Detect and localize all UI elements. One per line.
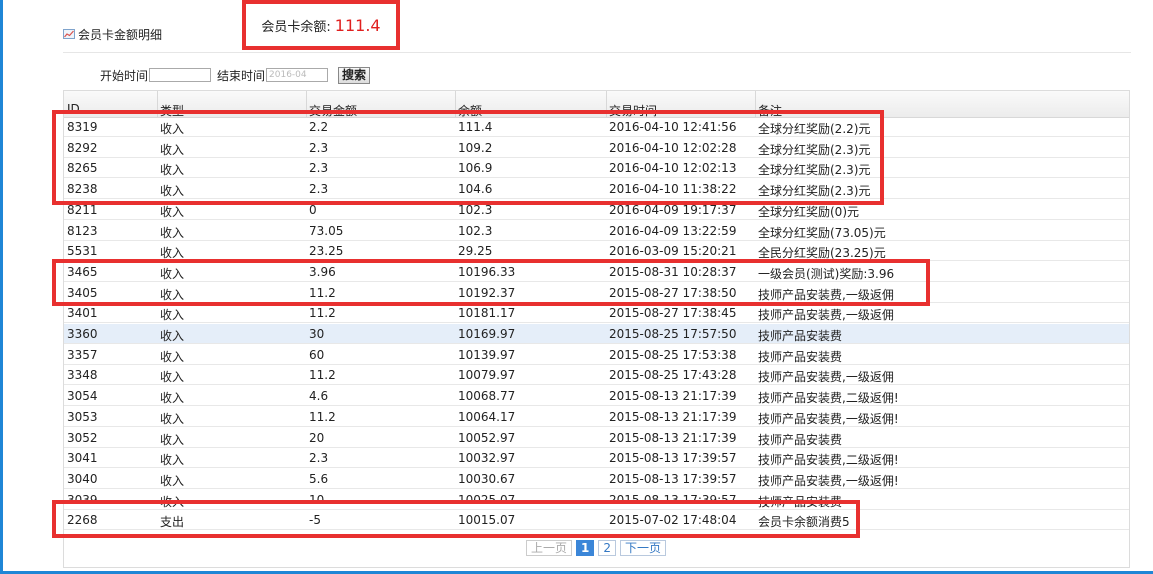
- cell-type: 收入: [160, 308, 185, 323]
- cell-balance: 10064.17: [458, 409, 516, 424]
- end-time-label: 结束时间: [217, 68, 266, 83]
- filter-bar: 开始时间 结束时间 2016-04 搜索: [100, 66, 371, 84]
- cell-amount: 4.6: [309, 389, 329, 404]
- cell-time: 2015-08-25 17:53:38: [609, 347, 737, 362]
- cell-amount: 2.3: [309, 451, 329, 466]
- cell-id: 3040: [67, 471, 98, 486]
- cell-balance: 10030.67: [458, 471, 516, 486]
- cell-amount: 60: [309, 347, 325, 362]
- table-row[interactable]: 8123 收入 73.05 102.3 2016-04-09 13:22:59 全球分红奖…: [64, 221, 1129, 241]
- cell-balance: 10068.77: [458, 389, 516, 404]
- chart-icon: [63, 29, 75, 39]
- cell-balance: 10079.97: [458, 368, 516, 383]
- table-row[interactable]: 3401 收入 11.2 10181.17 2015-08-27 17:38:45 技师产…: [64, 303, 1129, 324]
- cell-note: 技师产品安装费,二级返佣!: [758, 391, 899, 406]
- cell-time: 2015-08-13 21:17:39: [609, 430, 737, 445]
- cell-time: 2016-04-09 13:22:59: [609, 223, 737, 238]
- cell-id: 8123: [67, 223, 98, 238]
- table-row[interactable]: 3348 收入 11.2 10079.97 2015-08-25 17:43:28 技师产…: [64, 365, 1129, 386]
- cell-type: 收入: [160, 411, 185, 426]
- cell-time: 2016-03-09 15:20:21: [609, 244, 737, 259]
- cell-note: 技师产品安装费: [758, 349, 843, 364]
- cell-note: 全球分红奖励(0)元: [758, 204, 859, 219]
- start-time-input[interactable]: [149, 68, 212, 82]
- annotation-box-expense-row: [52, 500, 860, 538]
- cell-note: 技师产品安装费: [758, 432, 843, 447]
- cell-id: 3041: [67, 451, 98, 466]
- table-row[interactable]: 3360 收入 30 10169.97 2015-08-25 17:57:50 技师产品安…: [64, 324, 1129, 344]
- cell-note: 技师产品安装费,一级返佣: [758, 370, 894, 385]
- cell-amount: 23.25: [309, 244, 344, 259]
- cell-time: 2015-08-13 17:39:57: [609, 451, 737, 466]
- balance-value: 111.4: [334, 15, 381, 35]
- cell-amount: 11.2: [309, 409, 336, 424]
- table-row[interactable]: 3054 收入 4.6 10068.77 2015-08-13 21:17:39 技师产品…: [64, 386, 1129, 407]
- cell-balance: 29.25: [458, 244, 493, 259]
- cell-note: 技师产品安装费,一级返佣!: [758, 411, 899, 426]
- end-time-input[interactable]: 2016-04: [266, 68, 329, 82]
- cell-time: 2015-08-13 21:17:39: [609, 409, 737, 424]
- cell-time: 2015-08-27 17:38:45: [609, 306, 737, 321]
- cell-time: 2015-08-25 17:43:28: [609, 368, 737, 383]
- cell-time: 2015-08-25 17:57:50: [609, 327, 737, 341]
- cell-id: 3348: [67, 368, 98, 383]
- cell-time: 2015-08-13 17:39:57: [609, 471, 737, 486]
- table-row[interactable]: 3041 收入 2.3 10032.97 2015-08-13 17:39:57 技师产品…: [64, 448, 1129, 469]
- cell-balance: 10139.97: [458, 347, 516, 362]
- cell-type: 收入: [160, 370, 185, 385]
- balance-annotation: 会员卡余额: 111.4: [242, 0, 400, 50]
- table-row[interactable]: 3040 收入 5.6 10030.67 2015-08-13 17:39:57 技师产品…: [64, 469, 1129, 489]
- cell-type: 收入: [160, 349, 185, 364]
- prev-page-button[interactable]: 上一页: [526, 540, 573, 556]
- cell-amount: 20: [309, 430, 325, 445]
- page-title-row: 会员卡金额明细: [63, 22, 162, 46]
- window-frame-left: [0, 0, 3, 574]
- balance-label: 会员卡余额:: [261, 19, 331, 35]
- cell-id: 3053: [67, 409, 98, 424]
- cell-id: 5531: [67, 244, 98, 259]
- cell-note: 技师产品安装费,二级返佣!: [758, 453, 899, 468]
- cell-balance: 10169.97: [458, 327, 516, 341]
- next-page-button[interactable]: 下一页: [620, 540, 667, 556]
- cell-balance: 10181.17: [458, 306, 516, 321]
- cell-amount: 73.05: [309, 223, 344, 238]
- cell-amount: 11.2: [309, 368, 336, 383]
- cell-type: 收入: [160, 432, 185, 447]
- cell-id: 3360: [67, 327, 98, 341]
- cell-balance: 10032.97: [458, 451, 516, 466]
- cell-id: 3052: [67, 430, 98, 445]
- cell-note: 全球分红奖励(73.05)元: [758, 225, 886, 240]
- cell-type: 收入: [160, 391, 185, 406]
- cell-note: 技师产品安装费,一级返佣!: [758, 473, 899, 488]
- pagination: 上一页 1 2 下一页: [526, 540, 670, 556]
- cell-note: 技师产品安装费: [758, 329, 843, 343]
- cell-amount: 11.2: [309, 306, 336, 321]
- annotation-box-recent-rows: [52, 110, 884, 205]
- page-2-button[interactable]: 2: [598, 540, 617, 556]
- cell-type: 收入: [160, 225, 185, 240]
- table-row[interactable]: 3052 收入 20 10052.97 2015-08-13 21:17:39 技师产品安…: [64, 428, 1129, 448]
- page-1-button[interactable]: 1: [576, 540, 595, 556]
- cell-type: 收入: [160, 453, 185, 468]
- table-row[interactable]: 3053 收入 11.2 10064.17 2015-08-13 21:17:39 技师产…: [64, 407, 1129, 427]
- cell-id: 3054: [67, 389, 98, 404]
- page-title: 会员卡金额明细: [78, 27, 163, 42]
- search-button[interactable]: 搜索: [338, 66, 371, 84]
- table-row[interactable]: 3357 收入 60 10139.97 2015-08-25 17:53:38 技师产品安…: [64, 345, 1129, 365]
- annotation-box-middle-rows: [52, 259, 930, 306]
- cell-amount: 5.6: [309, 471, 329, 486]
- cell-type: 收入: [160, 204, 185, 219]
- cell-time: 2015-08-13 21:17:39: [609, 389, 737, 404]
- divider: [63, 52, 1131, 53]
- cell-amount: 30: [309, 327, 325, 341]
- cell-type: 收入: [160, 473, 185, 488]
- cell-id: 3401: [67, 306, 98, 321]
- start-time-label: 开始时间: [100, 68, 149, 83]
- cell-id: 3357: [67, 347, 98, 362]
- cell-balance: 102.3: [458, 223, 493, 238]
- cell-note: 技师产品安装费,一级返佣: [758, 308, 894, 323]
- cell-balance: 10052.97: [458, 430, 516, 445]
- cell-type: 收入: [160, 329, 185, 343]
